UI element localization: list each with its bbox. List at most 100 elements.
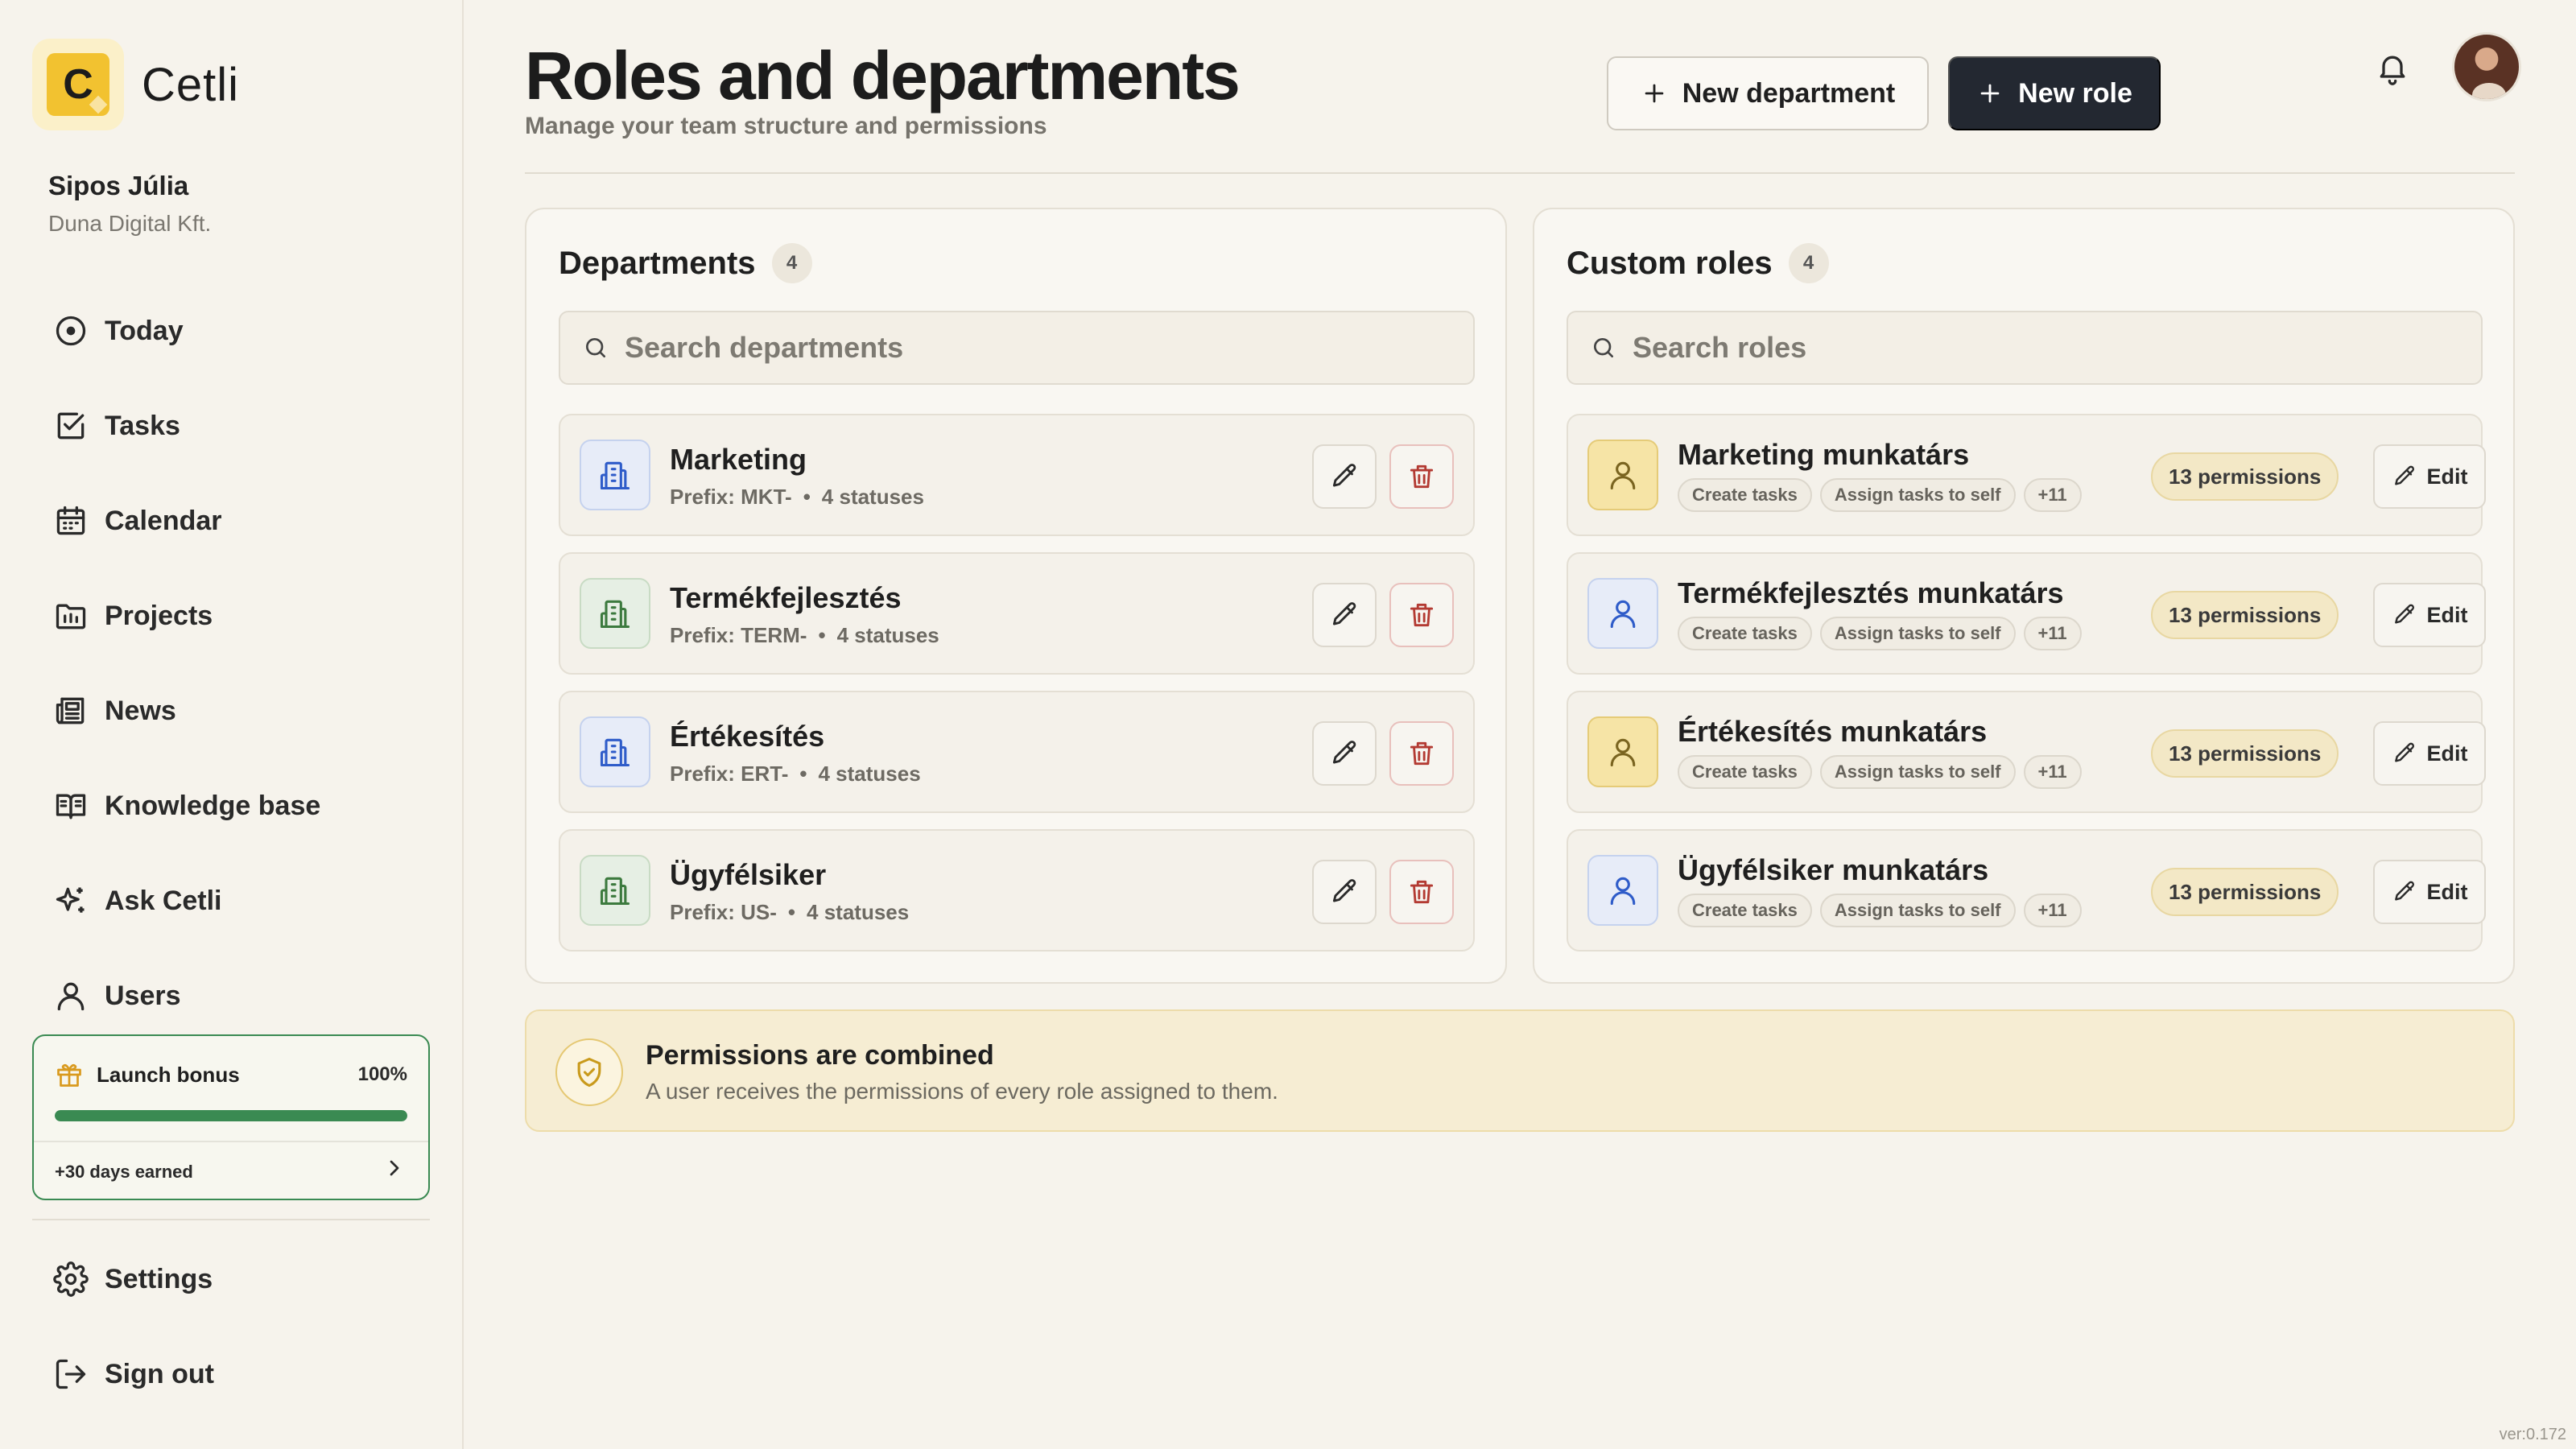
department-card-marketing[interactable]: Marketing Prefix: MKT- • 4 statuses <box>559 414 1475 536</box>
edit-role-button[interactable]: Edit <box>2373 721 2486 786</box>
bell-icon[interactable] <box>2375 50 2410 85</box>
permission-chip: Assign tasks to self <box>1819 894 2016 927</box>
department-name: Marketing <box>670 443 807 476</box>
department-name: Termékfejlesztés <box>670 581 902 614</box>
calendar-icon <box>53 503 89 539</box>
app-logo: C <box>32 39 124 130</box>
role-card-termekfejlesztes-munkatars[interactable]: Termékfejlesztés munkatárs Create tasks … <box>1567 552 2486 675</box>
newspaper-icon <box>53 693 89 729</box>
shield-icon-wrap <box>555 1038 623 1106</box>
departments-panel: Departments 4 Marketing Prefix: MKT- • 4… <box>525 208 1507 984</box>
role-name: Termékfejlesztés munkatárs <box>1678 576 2064 609</box>
search-departments-input[interactable] <box>625 331 1430 365</box>
delete-department-button[interactable] <box>1389 444 1454 509</box>
edit-department-button[interactable] <box>1312 583 1377 647</box>
roles-count-badge: 4 <box>1788 243 1829 283</box>
pencil-icon <box>1329 738 1360 769</box>
user-name: Sipos Júlia <box>48 171 189 200</box>
sidebar-item-label: Knowledge base <box>105 790 321 821</box>
building-icon <box>597 596 633 631</box>
sidebar-item-label: Settings <box>105 1263 213 1294</box>
new-department-button[interactable]: New department <box>1607 56 1929 130</box>
avatar[interactable] <box>2452 32 2521 101</box>
brand[interactable]: C Cetli <box>32 39 239 130</box>
edit-department-button[interactable] <box>1312 721 1377 786</box>
app-name: Cetli <box>142 58 240 111</box>
sidebar-bottom-nav: Settings Sign out <box>32 1232 431 1422</box>
page-subtitle: Manage your team structure and permissio… <box>525 113 1047 139</box>
permission-chips: Create tasks Assign tasks to self +11 <box>1678 894 2090 927</box>
role-tile <box>1587 855 1658 926</box>
more-permissions-chip: +11 <box>2023 478 2082 512</box>
checkbox-icon <box>53 408 89 444</box>
sidebar-item-projects[interactable]: Projects <box>32 568 431 663</box>
department-card-termekfejlesztes[interactable]: Termékfejlesztés Prefix: TERM- • 4 statu… <box>559 552 1475 675</box>
edit-department-button[interactable] <box>1312 860 1377 924</box>
user-icon <box>1605 457 1641 493</box>
sidebar-item-ask-cetli[interactable]: Ask Cetli <box>32 853 431 948</box>
new-role-label: New role <box>2018 77 2132 109</box>
divider <box>34 1141 428 1142</box>
department-statuses: 4 statuses <box>821 485 924 509</box>
plus-icon <box>1641 80 1668 107</box>
sidebar-nav: Today Tasks Calendar Projects News Knowl… <box>32 283 431 1043</box>
sidebar-item-tasks[interactable]: Tasks <box>32 378 431 473</box>
department-card-ugyfelsiker[interactable]: Ügyfélsiker Prefix: US- • 4 statuses <box>559 829 1475 952</box>
book-icon <box>53 788 89 824</box>
new-department-label: New department <box>1682 77 1896 109</box>
pencil-icon <box>1329 600 1360 630</box>
sign-out-icon <box>53 1356 89 1392</box>
permissions-count-badge: 13 permissions <box>2151 452 2339 501</box>
sidebar-item-news[interactable]: News <box>32 663 431 758</box>
delete-department-button[interactable] <box>1389 721 1454 786</box>
permission-chip: Assign tasks to self <box>1819 755 2016 789</box>
role-name: Értékesítés munkatárs <box>1678 715 1988 748</box>
edit-role-button[interactable]: Edit <box>2373 444 2486 509</box>
roles-search[interactable] <box>1567 311 2483 385</box>
sidebar-item-label: Users <box>105 980 181 1011</box>
edit-role-button[interactable]: Edit <box>2373 860 2486 924</box>
role-card-ugyfelsiker-munkatars[interactable]: Ügyfélsiker munkatárs Create tasks Assig… <box>1567 829 2486 952</box>
sidebar-item-users[interactable]: Users <box>32 948 431 1043</box>
edit-department-button[interactable] <box>1312 444 1377 509</box>
delete-department-button[interactable] <box>1389 860 1454 924</box>
permissions-count-badge: 13 permissions <box>2151 729 2339 778</box>
role-card-marketing-munkatars[interactable]: Marketing munkatárs Create tasks Assign … <box>1567 414 2486 536</box>
launch-bonus-card[interactable]: Launch bonus 100% +30 days earned <box>32 1034 430 1200</box>
departments-search[interactable] <box>559 311 1475 385</box>
sidebar-item-label: Projects <box>105 600 213 631</box>
search-roles-input[interactable] <box>1633 331 2438 365</box>
sidebar-item-today[interactable]: Today <box>32 283 431 378</box>
permission-chip: Assign tasks to self <box>1819 478 2016 512</box>
new-role-button[interactable]: New role <box>1948 56 2161 130</box>
custom-roles-title: Custom roles <box>1567 245 1773 281</box>
permission-chip: Create tasks <box>1678 755 1812 789</box>
departments-title: Departments <box>559 245 756 281</box>
sidebar-item-settings[interactable]: Settings <box>32 1232 431 1327</box>
bonus-progress-fill <box>55 1110 407 1121</box>
chevron-right-icon[interactable] <box>382 1155 407 1181</box>
pencil-icon <box>2392 879 2417 905</box>
department-tile <box>580 716 650 787</box>
search-icon <box>1591 335 1616 361</box>
sidebar-item-knowledge-base[interactable]: Knowledge base <box>32 758 431 853</box>
delete-department-button[interactable] <box>1389 583 1454 647</box>
permission-chip: Create tasks <box>1678 478 1812 512</box>
department-tile <box>580 440 650 510</box>
role-card-ertekesites-munkatars[interactable]: Értékesítés munkatárs Create tasks Assig… <box>1567 691 2486 813</box>
edit-role-button[interactable]: Edit <box>2373 583 2486 647</box>
clock-icon <box>53 313 89 349</box>
trash-icon <box>1406 877 1437 907</box>
sidebar-item-calendar[interactable]: Calendar <box>32 473 431 568</box>
department-card-ertekesites[interactable]: Értékesítés Prefix: ERT- • 4 statuses <box>559 691 1475 813</box>
edit-label: Edit <box>2426 741 2468 766</box>
department-prefix: Prefix: US- <box>670 900 777 924</box>
permission-chip: Assign tasks to self <box>1819 617 2016 650</box>
department-prefix: Prefix: ERT- <box>670 762 789 786</box>
sidebar-item-sign-out[interactable]: Sign out <box>32 1327 431 1422</box>
department-statuses: 4 statuses <box>807 900 910 924</box>
user-org: Duna Digital Kft. <box>48 211 212 236</box>
sidebar-item-label: Today <box>105 315 184 346</box>
permission-chips: Create tasks Assign tasks to self +11 <box>1678 755 2090 789</box>
sidebar-item-label: Ask Cetli <box>105 885 222 916</box>
